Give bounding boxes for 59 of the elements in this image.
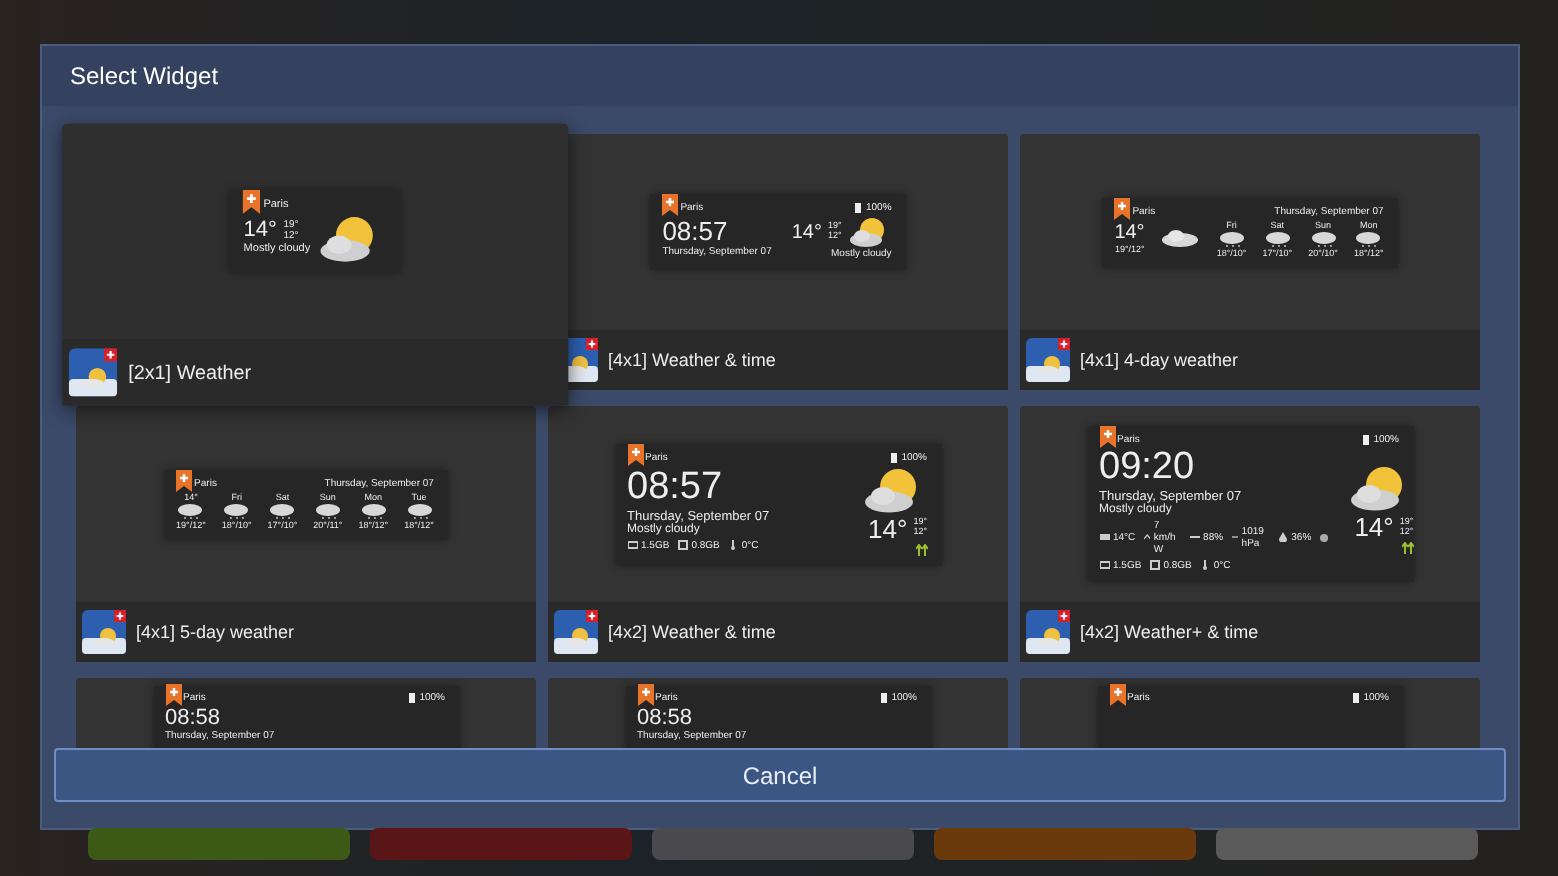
arrows-icon: [1401, 542, 1414, 555]
app-icon: [1026, 338, 1070, 382]
battery-icon: [1351, 692, 1360, 704]
cancel-button[interactable]: Cancel: [54, 748, 1506, 802]
thermometer-icon: [1199, 560, 1210, 571]
rain-cloud-icon: [405, 501, 434, 519]
app-icon: [1026, 610, 1070, 654]
widget-label: [4x1] Weather & time: [608, 350, 776, 370]
battery-icon: [1361, 434, 1370, 447]
thermometer-icon: [727, 540, 738, 551]
rain-cloud-icon: [1309, 229, 1337, 247]
drop-icon: [1277, 532, 1288, 543]
rain-cloud-icon: [313, 501, 342, 519]
temperature: 14°: [243, 219, 277, 244]
battery-icon: [879, 692, 888, 704]
arrows-icon: [915, 543, 927, 555]
clock-time: 08:58: [637, 706, 695, 731]
rain-cloud-icon: [1217, 229, 1246, 247]
bookmark-icon: [1114, 197, 1131, 219]
temperature: 14°: [791, 221, 822, 243]
temperature: 14°: [1354, 512, 1394, 543]
rain-cloud-icon: [1263, 229, 1292, 247]
bookmark-icon: [1109, 684, 1125, 706]
memory-icon: [1149, 560, 1160, 571]
clock-time: 08:57: [627, 468, 725, 510]
battery-icon: [854, 202, 862, 214]
bookmark-icon: [1099, 426, 1115, 449]
widget-label: [4x2] Weather & time: [608, 622, 776, 642]
clock-time: 09:20: [1099, 448, 1197, 490]
widget-label: [4x1] 4-day weather: [1080, 350, 1239, 370]
storage-icon: [627, 540, 637, 551]
rain-cloud-icon: [222, 501, 251, 519]
clock-time: 08:58: [165, 706, 223, 731]
temperature: 14°: [868, 513, 908, 543]
memory-icon: [677, 540, 688, 551]
battery-icon: [407, 692, 416, 704]
rain-cloud-icon: [359, 501, 388, 519]
app-icon: [82, 610, 126, 654]
bookmark-icon: [662, 194, 679, 216]
rain-cloud-icon: [176, 501, 205, 519]
widget-label: [4x1] 5-day weather: [136, 622, 295, 642]
temperature: 14°: [1114, 222, 1145, 244]
app-icon: [554, 610, 598, 654]
cloud-icon: [1160, 228, 1201, 248]
bookmark-icon: [627, 443, 643, 465]
dialog-title: Select Widget: [42, 46, 1518, 106]
bookmark-icon: [637, 684, 653, 706]
bookmark-icon: [243, 189, 262, 214]
widget-label: [4x2] Weather+ & time: [1080, 622, 1259, 642]
widget-label: [2x1] Weather: [128, 361, 252, 384]
battery-icon: [889, 451, 898, 463]
bookmark-icon: [176, 469, 193, 491]
rain-cloud-icon: [1354, 229, 1383, 247]
clock-time: 08:57: [662, 217, 730, 246]
moon-icon: [1319, 531, 1328, 544]
bookmark-icon: [165, 684, 181, 706]
app-icon: [68, 348, 118, 397]
rain-cloud-icon: [268, 501, 297, 519]
storage-icon: [1099, 560, 1109, 571]
